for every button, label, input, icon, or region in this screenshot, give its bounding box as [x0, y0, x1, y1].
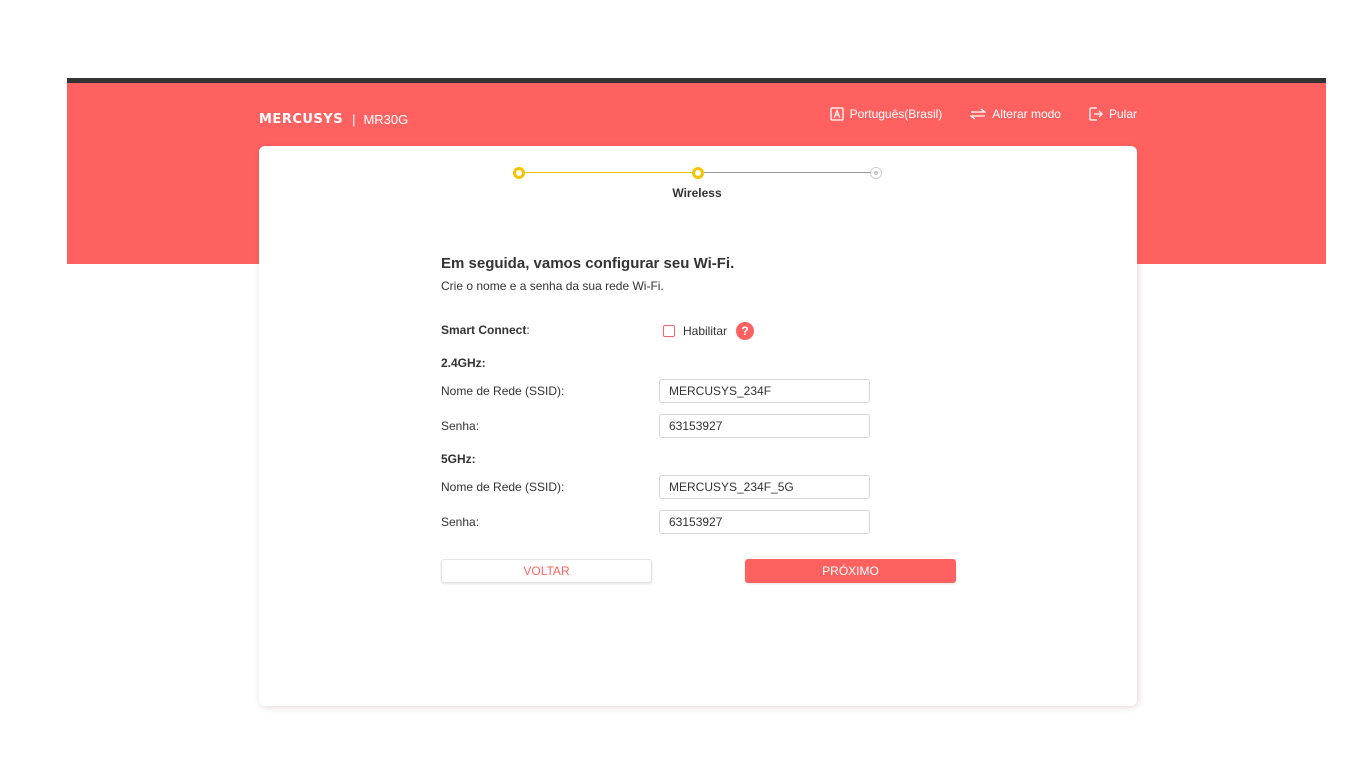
change-mode-button[interactable]: Alterar modo [970, 107, 1061, 121]
language-label: Português(Brasil) [849, 107, 943, 121]
band-24-ssid-input[interactable] [659, 379, 870, 403]
setup-card: Wireless Em seguida, vamos configurar se… [259, 146, 1137, 706]
progress-stepper: Wireless [259, 146, 1137, 216]
band-24-title: 2.4GHz: [441, 356, 486, 370]
page-title: Em seguida, vamos configurar seu Wi-Fi. [441, 255, 735, 272]
top-actions: Português(Brasil) Alterar modo Pular [829, 107, 1137, 121]
smart-connect-option: Habilitar ? [663, 322, 755, 340]
current-step-label: Wireless [672, 186, 722, 200]
skip-label: Pular [1108, 107, 1137, 121]
language-selector[interactable]: Português(Brasil) [829, 107, 943, 121]
brand-logo: MERCUSYS [259, 111, 344, 127]
smart-connect-checkbox[interactable] [663, 325, 675, 337]
smart-connect-label-suffix: : [526, 323, 530, 337]
next-button[interactable]: PRÓXIMO [745, 559, 956, 583]
skip-button[interactable]: Pular [1089, 107, 1137, 121]
help-icon[interactable]: ? [736, 322, 755, 340]
band-24-ssid-label: Nome de Rede (SSID): [441, 384, 565, 398]
step-3-dot [870, 167, 882, 179]
language-icon [829, 107, 844, 121]
skip-exit-icon [1089, 107, 1103, 121]
smart-connect-option-label[interactable]: Habilitar [683, 324, 727, 338]
band-5-password-label: Senha: [441, 515, 480, 529]
brand-separator: | [352, 111, 356, 127]
progress-line-pending [704, 172, 876, 173]
back-button[interactable]: VOLTAR [441, 559, 652, 583]
page-subtitle: Crie o nome e a senha da sua rede Wi-Fi. [441, 279, 664, 293]
band-5-ssid-input[interactable] [659, 475, 870, 499]
smart-connect-label: Smart Connect: [441, 323, 530, 337]
band-24-password-input[interactable] [659, 414, 870, 438]
smart-connect-label-text: Smart Connect [441, 323, 527, 337]
band-5-ssid-label: Nome de Rede (SSID): [441, 480, 565, 494]
step-1-dot [513, 167, 525, 179]
band-5-title: 5GHz: [441, 452, 476, 466]
band-5-password-input[interactable] [659, 510, 870, 534]
step-2-dot [692, 167, 704, 179]
progress-line-done [525, 172, 698, 173]
band-24-password-label: Senha: [441, 419, 480, 433]
model-name: MR30G [363, 111, 409, 127]
brand: MERCUSYS | MR30G [259, 111, 408, 127]
change-mode-label: Alterar modo [992, 107, 1061, 121]
switch-mode-icon [970, 108, 987, 120]
